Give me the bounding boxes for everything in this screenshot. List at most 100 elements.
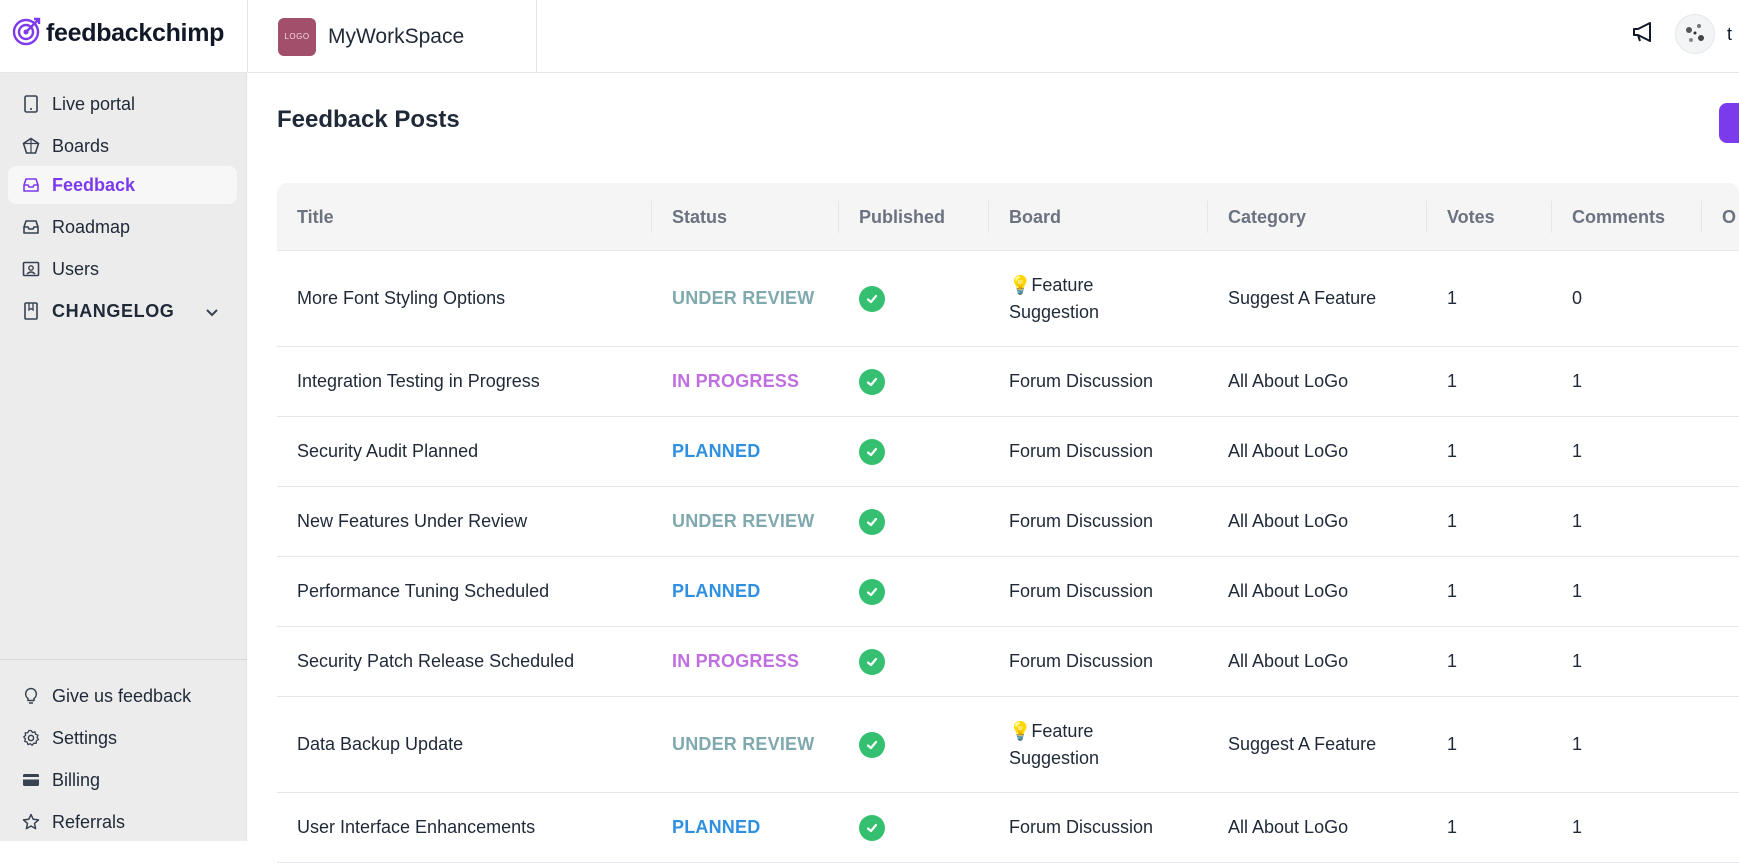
column-header-title[interactable]: Title	[277, 183, 334, 251]
sidebar-item-label: Billing	[52, 769, 101, 790]
sidebar-divider	[0, 659, 247, 660]
create-post-button[interactable]	[1719, 103, 1739, 143]
tablet-icon	[22, 95, 40, 113]
check-circle-icon	[859, 578, 885, 605]
column-header-status[interactable]: Status	[652, 183, 727, 251]
check-circle-icon	[859, 731, 885, 758]
check-circle-icon	[859, 438, 885, 465]
published-cell	[839, 697, 989, 792]
vote-count: 1	[1447, 288, 1458, 308]
category-name: All About LoGo	[1228, 511, 1349, 531]
comment-count: 1	[1572, 817, 1583, 837]
sidebar-item-label: Roadmap	[52, 216, 131, 237]
table-row[interactable]: User Interface Enhancements PLANNED Forum …	[277, 793, 1739, 863]
sidebar-item-label: Referrals	[52, 811, 126, 832]
brand-logo[interactable]: feedbackchimp	[12, 17, 224, 49]
table-row[interactable]: Security Audit Planned PLANNED Forum Discu…	[277, 417, 1739, 487]
table-row[interactable]: Security Patch Release Scheduled IN PROGR…	[277, 627, 1739, 697]
page-title: Feedback Posts	[277, 106, 460, 133]
sidebar-item-roadmap[interactable]: Roadmap	[8, 208, 237, 246]
table-row[interactable]: Performance Tuning Scheduled PLANNED Forum…	[277, 557, 1739, 627]
status-badge: UNDER REVIEW	[672, 288, 815, 308]
column-header-board[interactable]: Board	[989, 183, 1061, 251]
check-circle-icon	[859, 508, 885, 535]
category-name: Suggest A Feature	[1228, 288, 1377, 308]
category-name: All About LoGo	[1228, 581, 1349, 601]
board-name: Forum Discussion	[1009, 511, 1154, 531]
vote-count: 1	[1447, 371, 1458, 391]
column-header-published[interactable]: Published	[839, 183, 945, 251]
published-cell	[839, 487, 989, 556]
sidebar-item-feedback[interactable]: Feedback	[8, 166, 237, 204]
published-cell	[839, 417, 989, 486]
post-title: Security Patch Release Scheduled	[297, 651, 575, 671]
column-header-comments[interactable]: Comments	[1552, 183, 1665, 251]
comment-count: 1	[1572, 441, 1583, 461]
board-name: Forum Discussion	[1009, 651, 1154, 671]
board-name: Forum Discussion	[1009, 581, 1154, 601]
sidebar-item-label: Boards	[52, 135, 110, 156]
sidebar-item-changelog[interactable]: CHANGELOG	[8, 292, 237, 330]
table-row[interactable]: More Font Styling Options UNDER REVIEW 💡Fe…	[277, 251, 1739, 347]
sidebar-item-give-feedback[interactable]: Give us feedback	[8, 677, 237, 715]
boards-icon	[22, 137, 40, 155]
board-name: 💡Feature Suggestion	[1009, 274, 1100, 322]
post-title: More Font Styling Options	[297, 288, 506, 308]
sidebar-item-label: Give us feedback	[52, 685, 192, 706]
comment-count: 0	[1572, 288, 1583, 308]
workspace-name: MyWorkSpace	[328, 24, 465, 48]
post-title: New Features Under Review	[297, 511, 528, 531]
comment-count: 1	[1572, 581, 1583, 601]
sidebar-item-label: Feedback	[52, 174, 136, 195]
vote-count: 1	[1447, 817, 1458, 837]
check-circle-icon	[859, 814, 885, 841]
category-name: All About LoGo	[1228, 817, 1349, 837]
sidebar-item-live-portal[interactable]: Live portal	[8, 85, 237, 123]
post-title: User Interface Enhancements	[297, 817, 536, 837]
status-badge: UNDER REVIEW	[672, 734, 815, 754]
comment-count: 1	[1572, 734, 1583, 754]
megaphone-icon[interactable]	[1631, 19, 1657, 50]
published-cell	[839, 347, 989, 416]
sidebar-item-boards[interactable]: Boards	[8, 127, 237, 165]
post-title: Data Backup Update	[297, 734, 464, 754]
sidebar-item-billing[interactable]: Billing	[8, 761, 237, 799]
published-cell	[839, 251, 989, 346]
avatar[interactable]	[1675, 14, 1715, 54]
chevron-down-icon[interactable]	[205, 303, 219, 324]
star-icon	[22, 813, 40, 831]
book-icon	[22, 302, 40, 320]
sidebar-item-label: Settings	[52, 727, 118, 748]
roadmap-icon	[22, 218, 40, 236]
table-header: Title Status Published Board Category Vo…	[277, 183, 1739, 251]
card-icon	[22, 771, 40, 789]
status-badge: PLANNED	[672, 817, 761, 837]
target-icon	[12, 16, 42, 51]
column-header-votes[interactable]: Votes	[1427, 183, 1495, 251]
vote-count: 1	[1447, 581, 1458, 601]
table-row[interactable]: Integration Testing in Progress IN PROGRE…	[277, 347, 1739, 417]
table-row[interactable]: New Features Under Review UNDER REVIEW For…	[277, 487, 1739, 557]
status-badge: IN PROGRESS	[672, 371, 800, 391]
users-icon	[22, 260, 40, 278]
sidebar-item-settings[interactable]: Settings	[8, 719, 237, 757]
workspace-logo: LOGO	[278, 17, 316, 56]
vote-count: 1	[1447, 734, 1458, 754]
sidebar-item-referrals[interactable]: Referrals	[8, 803, 237, 841]
feedback-table: Title Status Published Board Category Vo…	[277, 183, 1739, 863]
comment-count: 1	[1572, 511, 1583, 531]
inbox-icon	[22, 176, 40, 194]
category-name: All About LoGo	[1228, 371, 1349, 391]
workspace-switcher[interactable]: LOGO MyWorkSpace	[247, 0, 537, 73]
column-header-category[interactable]: Category	[1208, 183, 1306, 251]
board-name: 💡Feature Suggestion	[1009, 720, 1100, 768]
check-circle-icon	[859, 285, 885, 312]
published-cell	[839, 793, 989, 862]
status-badge: PLANNED	[672, 441, 761, 461]
sidebar-item-label: CHANGELOG	[52, 300, 175, 321]
column-header-other[interactable]: O	[1702, 183, 1736, 251]
table-row[interactable]: Data Backup Update UNDER REVIEW 💡Feature S…	[277, 697, 1739, 793]
vote-count: 1	[1447, 651, 1458, 671]
sidebar-item-users[interactable]: Users	[8, 250, 237, 288]
check-circle-icon	[859, 368, 885, 395]
